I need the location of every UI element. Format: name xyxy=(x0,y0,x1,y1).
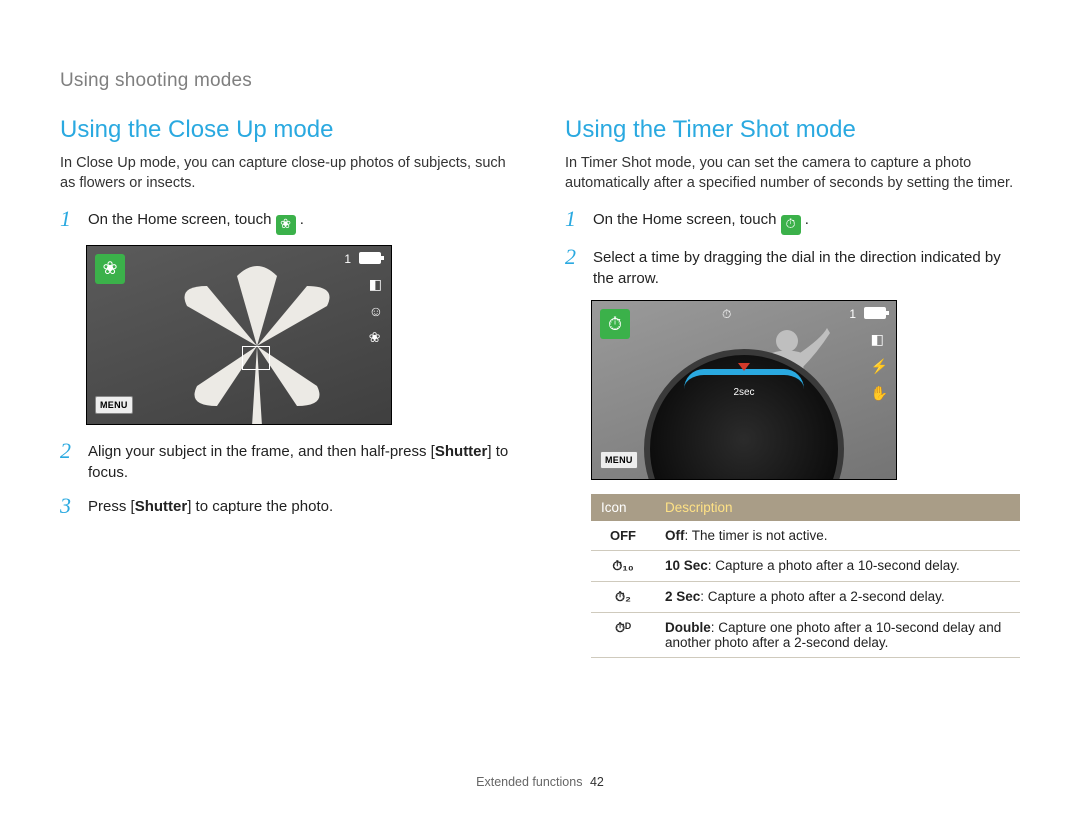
table-row: ⏱₁₀ 10 Sec: Capture a photo after a 10-s… xyxy=(591,551,1020,582)
step1-pre: On the Home screen, touch xyxy=(88,211,276,228)
closeup-mode-badge-icon: ❀ xyxy=(95,254,125,284)
timer-10sec-icon: ⏱₁₀ xyxy=(591,551,655,582)
timer-step-2: 2 Select a time by dragging the dial in … xyxy=(565,245,1020,291)
page-footer: Extended functions 42 xyxy=(0,775,1080,789)
s2a: Align your subject in the frame, and the… xyxy=(88,443,435,460)
heading-timer: Using the Timer Shot mode xyxy=(565,116,1020,144)
step-number: 1 xyxy=(565,207,583,234)
focus-indicator xyxy=(242,346,270,370)
row-label: Double xyxy=(665,620,711,635)
timer-2sec-icon: ⏱₂ xyxy=(591,582,655,613)
stabilizer-icon: ✋ xyxy=(871,385,888,402)
photo-counter: 1 xyxy=(849,307,856,321)
s3a: Press [ xyxy=(88,498,135,515)
s3c: ] to capture the photo. xyxy=(187,498,333,515)
step-text: Select a time by dragging the dial in th… xyxy=(593,245,1020,291)
footer-section: Extended functions xyxy=(476,775,582,789)
step-text: Press [Shutter] to capture the photo. xyxy=(88,494,515,518)
row-label: Off xyxy=(665,528,685,543)
closeup-mode-icon: ❀ xyxy=(276,215,296,235)
t-step1-post: . xyxy=(805,211,809,228)
preview-side-icons: ◧ ☺ ❀ xyxy=(369,276,383,346)
macro-icon: ❀ xyxy=(369,329,383,346)
battery-icon xyxy=(864,307,886,319)
timer-options-table: Icon Description OFF Off: The timer is n… xyxy=(591,494,1020,658)
preview-side-icons: ◧ ⚡ ✋ xyxy=(871,331,888,402)
timer-mode-badge-icon: ⏱ xyxy=(600,309,630,339)
column-timershot: Using the Timer Shot mode In Timer Shot … xyxy=(565,116,1020,658)
timer-mode-icon: ⏱ xyxy=(781,215,801,235)
menu-button: MENU xyxy=(600,451,638,469)
s3b: Shutter xyxy=(135,498,188,515)
row-label: 10 Sec xyxy=(665,558,708,573)
th-icon: Icon xyxy=(591,494,655,521)
cell-desc: 2 Sec: Capture a photo after a 2-second … xyxy=(655,582,1020,613)
footer-page-number: 42 xyxy=(590,775,604,789)
dial-arc xyxy=(684,369,804,389)
menu-button: MENU xyxy=(95,396,133,414)
closeup-preview: ❀ 1 ◧ ☺ ❀ xyxy=(86,245,392,425)
cell-desc: Double: Capture one photo after a 10-sec… xyxy=(655,613,1020,658)
step-text: Align your subject in the frame, and the… xyxy=(88,439,515,485)
heading-closeup: Using the Close Up mode xyxy=(60,116,515,144)
timer-preview: ⏱ ⏱ 1 ◧ ⚡ ✋ xyxy=(591,300,897,480)
row-desc: : The timer is not active. xyxy=(685,528,828,543)
row-label: 2 Sec xyxy=(665,589,700,604)
flower-graphic xyxy=(157,256,357,425)
row-desc: : Capture a photo after a 10-second dela… xyxy=(708,558,960,573)
dial-marker-icon xyxy=(738,363,750,371)
content-columns: Using the Close Up mode In Close Up mode… xyxy=(60,116,1020,658)
exposure-icon: ◧ xyxy=(369,276,383,293)
step-number: 2 xyxy=(60,439,78,485)
table-row: ⏱ᴰ Double: Capture one photo after a 10-… xyxy=(591,613,1020,658)
timer-top-icon: ⏱ xyxy=(722,307,731,322)
breadcrumb: Using shooting modes xyxy=(60,70,1020,92)
cell-desc: 10 Sec: Capture a photo after a 10-secon… xyxy=(655,551,1020,582)
step-text: On the Home screen, touch ❀ . xyxy=(88,207,515,234)
step-number: 1 xyxy=(60,207,78,234)
step1-post: . xyxy=(300,211,304,228)
step-text: On the Home screen, touch ⏱ . xyxy=(593,207,1020,234)
closeup-step-1: 1 On the Home screen, touch ❀ . xyxy=(60,207,515,234)
flash-icon: ⚡ xyxy=(871,358,888,375)
face-icon: ☺ xyxy=(369,303,383,319)
timer-double-icon: ⏱ᴰ xyxy=(591,613,655,658)
intro-timer: In Timer Shot mode, you can set the came… xyxy=(565,154,1020,193)
intro-closeup: In Close Up mode, you can capture close-… xyxy=(60,154,515,193)
column-closeup: Using the Close Up mode In Close Up mode… xyxy=(60,116,515,658)
timer-off-icon: OFF xyxy=(591,521,655,551)
s2b: Shutter xyxy=(435,443,488,460)
row-desc: : Capture a photo after a 2-second delay… xyxy=(700,589,944,604)
step-number: 3 xyxy=(60,494,78,518)
dial-label: 2sec xyxy=(733,387,754,398)
exposure-icon: ◧ xyxy=(871,331,888,348)
cell-desc: Off: The timer is not active. xyxy=(655,521,1020,551)
battery-icon xyxy=(359,252,381,264)
timer-dial: 2sec xyxy=(644,349,844,480)
table-row: OFF Off: The timer is not active. xyxy=(591,521,1020,551)
step-number: 2 xyxy=(565,245,583,291)
table-row: ⏱₂ 2 Sec: Capture a photo after a 2-seco… xyxy=(591,582,1020,613)
th-description: Description xyxy=(655,494,1020,521)
timer-step-1: 1 On the Home screen, touch ⏱ . xyxy=(565,207,1020,234)
t-step1-pre: On the Home screen, touch xyxy=(593,211,781,228)
closeup-step-3: 3 Press [Shutter] to capture the photo. xyxy=(60,494,515,518)
manual-page: Using shooting modes Using the Close Up … xyxy=(0,0,1080,815)
closeup-step-2: 2 Align your subject in the frame, and t… xyxy=(60,439,515,485)
row-desc: : Capture one photo after a 10-second de… xyxy=(665,620,1001,650)
